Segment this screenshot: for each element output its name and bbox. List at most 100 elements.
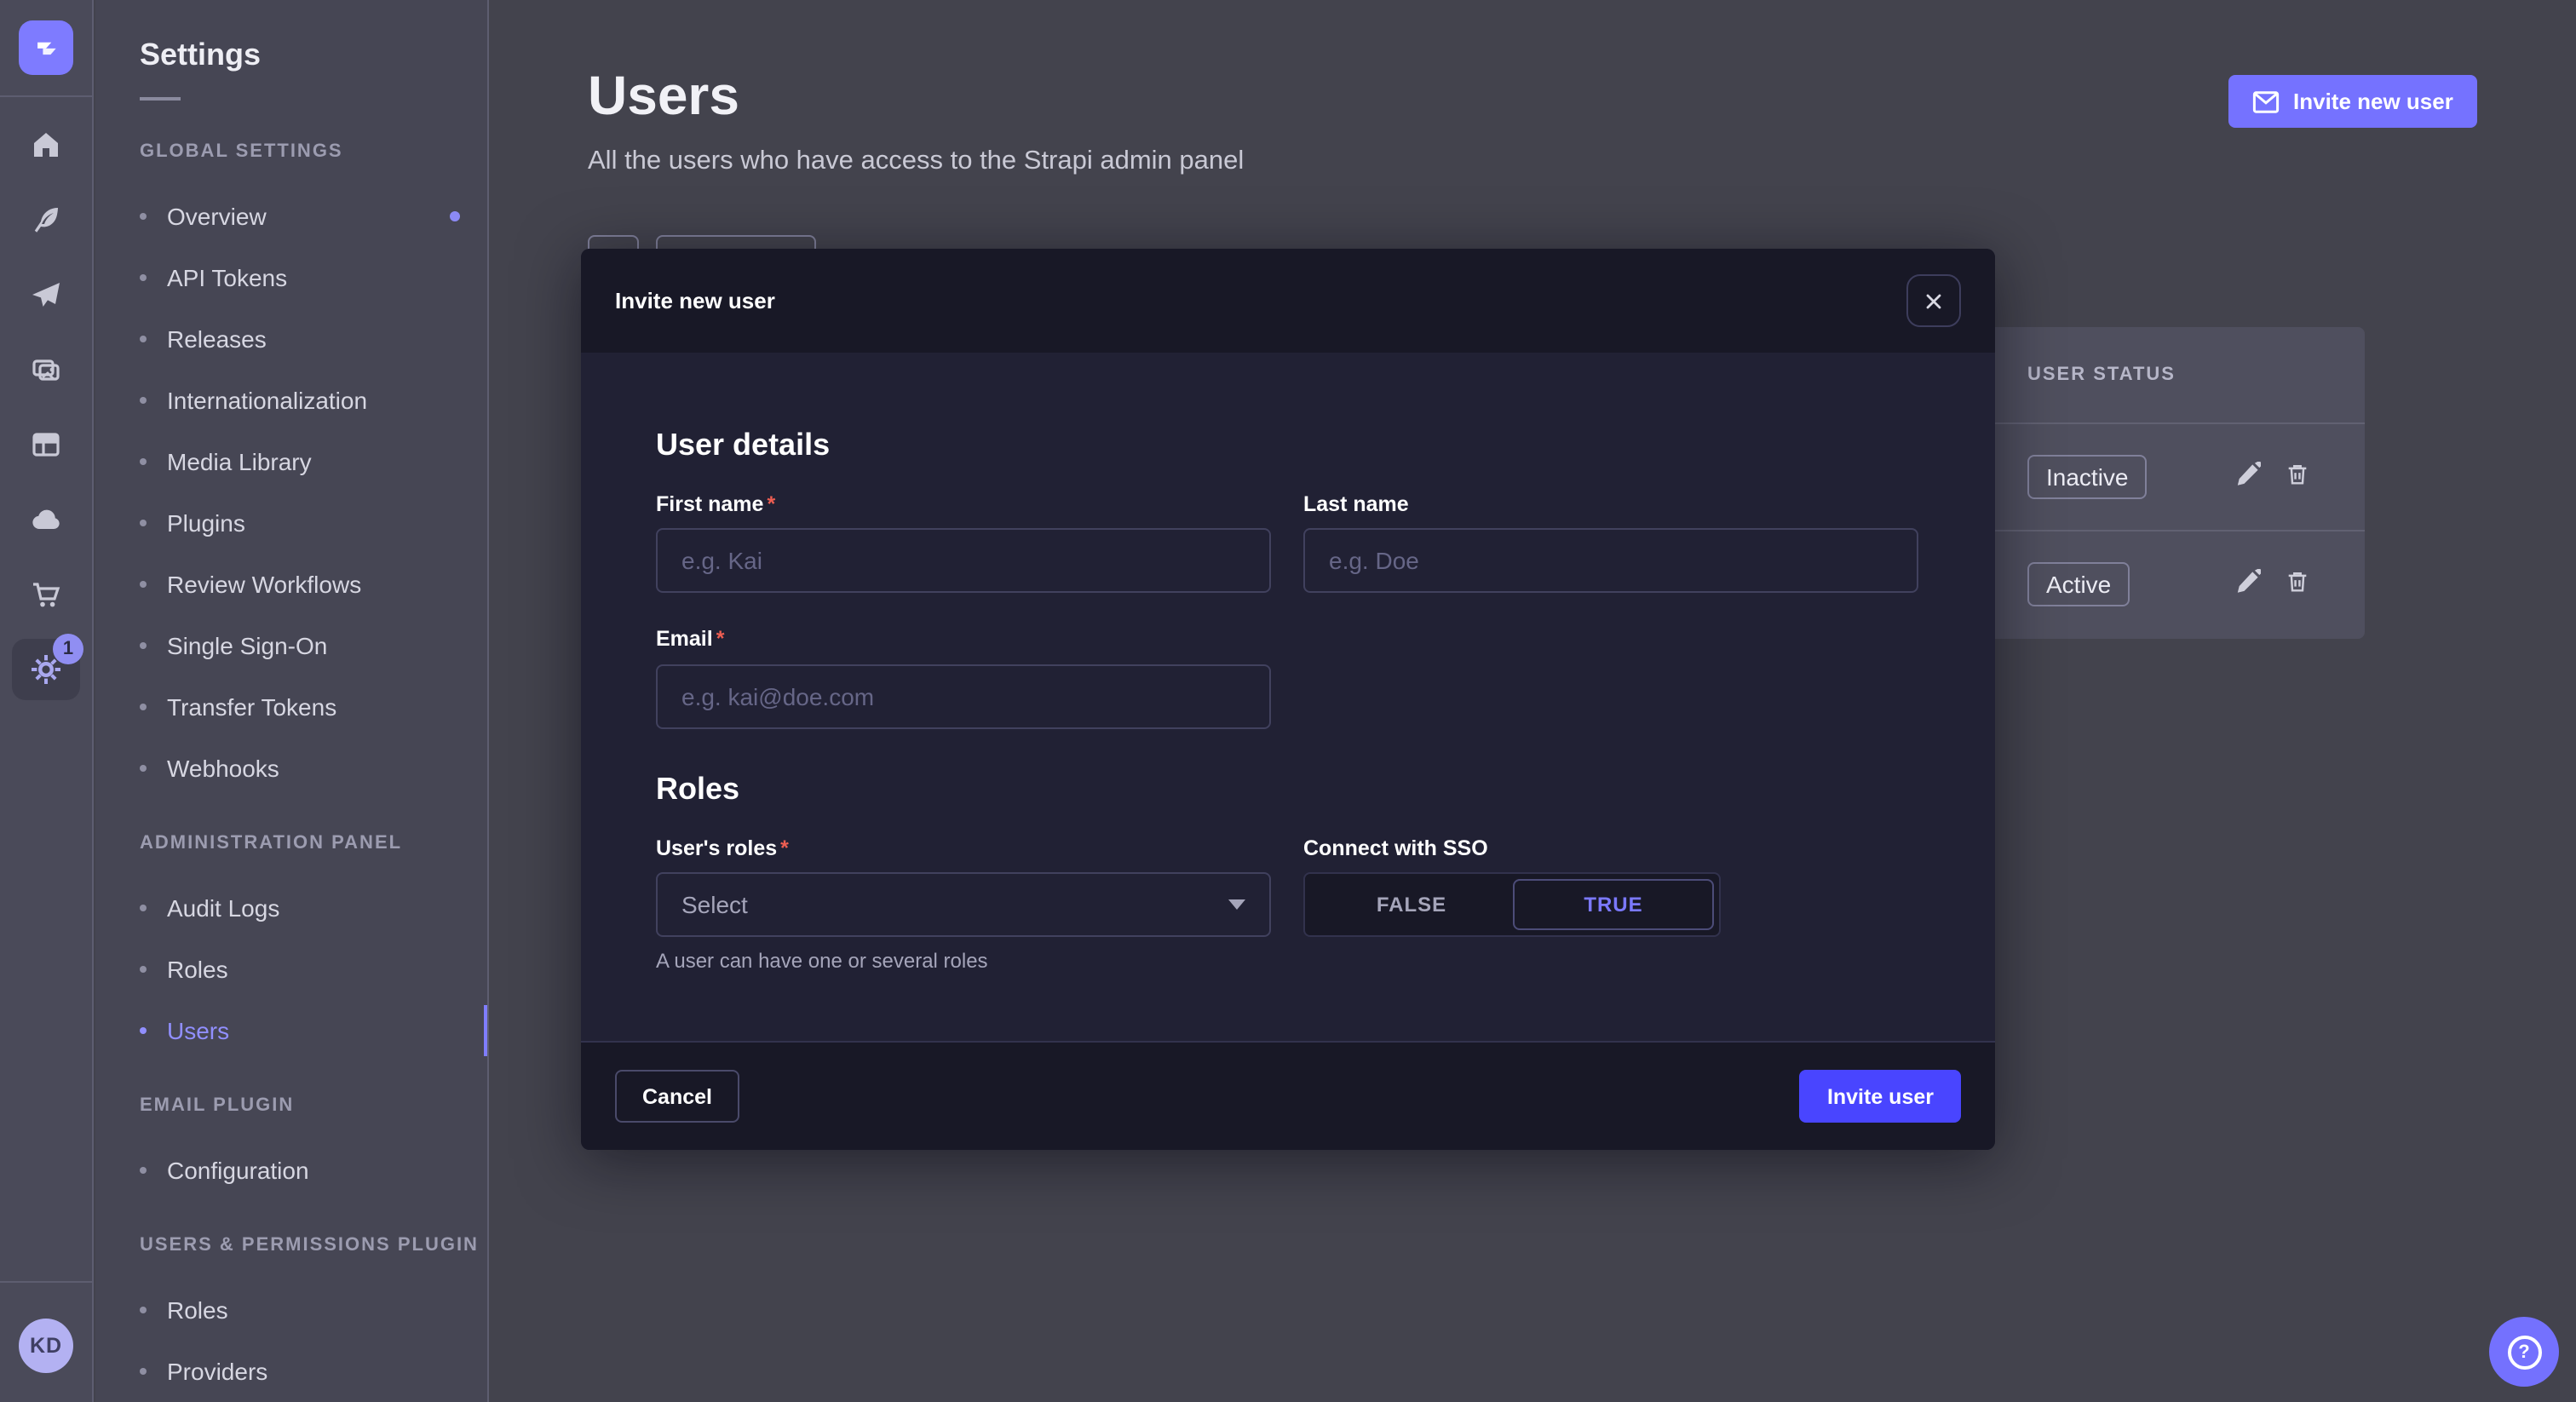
sidebar-item-review-workflows[interactable]: Review Workflows [95,554,487,615]
sidebar-item-label: Configuration [167,1157,309,1184]
modal-header: Invite new user [581,249,1995,353]
notification-badge: 1 [53,634,83,664]
sidebar-item-label: Internationalization [167,387,367,414]
rail-item-home[interactable] [0,107,92,182]
user-details-heading: User details [656,428,830,463]
delete-user-button[interactable] [2285,462,2310,492]
sidebar-item-label: Roles [167,956,228,983]
cloud-icon [29,503,63,537]
sidebar-item-overview[interactable]: Overview [95,186,487,247]
sidebar-item-releases[interactable]: Releases [95,308,487,370]
sidebar-item-providers[interactable]: Providers [95,1341,487,1402]
sidebar-title-divider [140,97,181,101]
bullet-icon [140,1368,147,1375]
sidebar-section-header: EMAIL PLUGIN [95,1072,487,1140]
first-name-label-text: First name [656,492,763,516]
bullet-icon [140,213,147,220]
bullet-icon [140,642,147,649]
sidebar-item-transfer-tokens[interactable]: Transfer Tokens [95,676,487,738]
modal-close-button[interactable] [1906,274,1961,327]
rail-item-settings-gear[interactable]: 1 [0,632,92,707]
trash-icon [2285,462,2310,492]
sso-option-true[interactable]: TRUE [1513,879,1714,930]
delete-user-button[interactable] [2285,569,2310,600]
users-roles-select-value: Select [681,891,748,918]
notification-dot [450,211,460,221]
first-name-input[interactable] [656,528,1271,593]
last-name-input[interactable] [1303,528,1918,593]
marketplace-cart-icon [29,577,63,612]
settings-sidebar: Settings GLOBAL SETTINGSOverviewAPI Toke… [95,0,489,1402]
pencil-icon [2235,462,2261,492]
bullet-icon [140,336,147,342]
sidebar-item-internationalization[interactable]: Internationalization [95,370,487,431]
required-asterisk: * [780,836,789,860]
bullet-icon [140,581,147,588]
content-manager-icon [29,428,63,462]
column-header-user-status: USER STATUS [2027,365,2176,385]
sidebar-section-administration-panel: ADMINISTRATION PANELAudit LogsRolesUsers [95,809,487,1061]
bullet-icon [140,274,147,281]
sidebar-nav: GLOBAL SETTINGSOverviewAPI TokensRelease… [95,118,487,1402]
rail-divider-bottom [0,1281,92,1283]
bullet-icon [140,520,147,526]
rail-item-marketplace-cart[interactable] [0,557,92,632]
page-subtitle: All the users who have access to the Str… [588,147,1244,177]
sidebar-item-plugins[interactable]: Plugins [95,492,487,554]
sidebar-item-api-tokens[interactable]: API Tokens [95,247,487,308]
invite-user-submit-button[interactable]: Invite user [1800,1070,1961,1123]
sidebar-item-webhooks[interactable]: Webhooks [95,738,487,799]
sidebar-item-label: Roles [167,1296,228,1324]
required-asterisk: * [767,492,775,516]
bullet-icon [140,1307,147,1313]
rail-item-paper-plane[interactable] [0,257,92,332]
email-input[interactable] [656,664,1271,729]
sidebar-item-configuration[interactable]: Configuration [95,1140,487,1201]
rail-item-media-library[interactable] [0,332,92,407]
rail-icon-list: 1 [0,107,92,707]
user-avatar[interactable]: KD [19,1319,73,1373]
media-library-icon [29,353,63,387]
home-icon [29,128,63,162]
connect-sso-label: Connect with SSO [1303,836,1488,860]
sidebar-section-global-settings: GLOBAL SETTINGSOverviewAPI TokensRelease… [95,118,487,799]
page-title: Users [588,65,739,128]
bullet-icon [140,704,147,710]
connect-sso-toggle: FALSE TRUE [1303,872,1721,937]
rail-item-feather[interactable] [0,182,92,257]
sidebar-item-users[interactable]: Users [95,1000,487,1061]
edit-user-button[interactable] [2235,569,2261,600]
connect-sso-label-text: Connect with SSO [1303,836,1488,860]
sso-option-false[interactable]: FALSE [1310,879,1513,930]
strapi-logo[interactable] [19,20,73,75]
email-label-text: Email [656,627,713,651]
invite-new-user-button[interactable]: Invite new user [2228,75,2477,128]
users-roles-hint: A user can have one or several roles [656,949,988,973]
sidebar-title: Settings [95,0,487,73]
pencil-icon [2235,569,2261,600]
help-button[interactable]: ? [2489,1317,2559,1387]
sidebar-item-roles[interactable]: Roles [95,939,487,1000]
modal-footer: Cancel Invite user [581,1041,1995,1150]
bullet-icon [140,905,147,911]
sidebar-item-audit-logs[interactable]: Audit Logs [95,877,487,939]
users-roles-select[interactable]: Select [656,872,1271,937]
sidebar-item-media-library[interactable]: Media Library [95,431,487,492]
rail-item-content-manager[interactable] [0,407,92,482]
row-actions [2235,462,2310,492]
edit-user-button[interactable] [2235,462,2261,492]
sidebar-item-roles[interactable]: Roles [95,1279,487,1341]
sidebar-item-label: Users [167,1017,229,1044]
sidebar-item-label: API Tokens [167,264,287,291]
users-roles-label-text: User's roles [656,836,777,860]
sidebar-item-single-sign-on[interactable]: Single Sign-On [95,615,487,676]
rail-item-cloud[interactable] [0,482,92,557]
sidebar-item-label: Plugins [167,509,245,537]
email-label: Email* [656,627,724,651]
strapi-admin-app: 1 KD Settings GLOBAL SETTINGSOverviewAPI… [0,0,2576,1402]
sidebar-item-label: Overview [167,203,267,230]
cancel-button[interactable]: Cancel [615,1070,739,1123]
close-icon [1922,289,1946,313]
envelope-icon [2252,89,2280,113]
modal-body: User details First name* Last name Email… [581,353,1995,1041]
